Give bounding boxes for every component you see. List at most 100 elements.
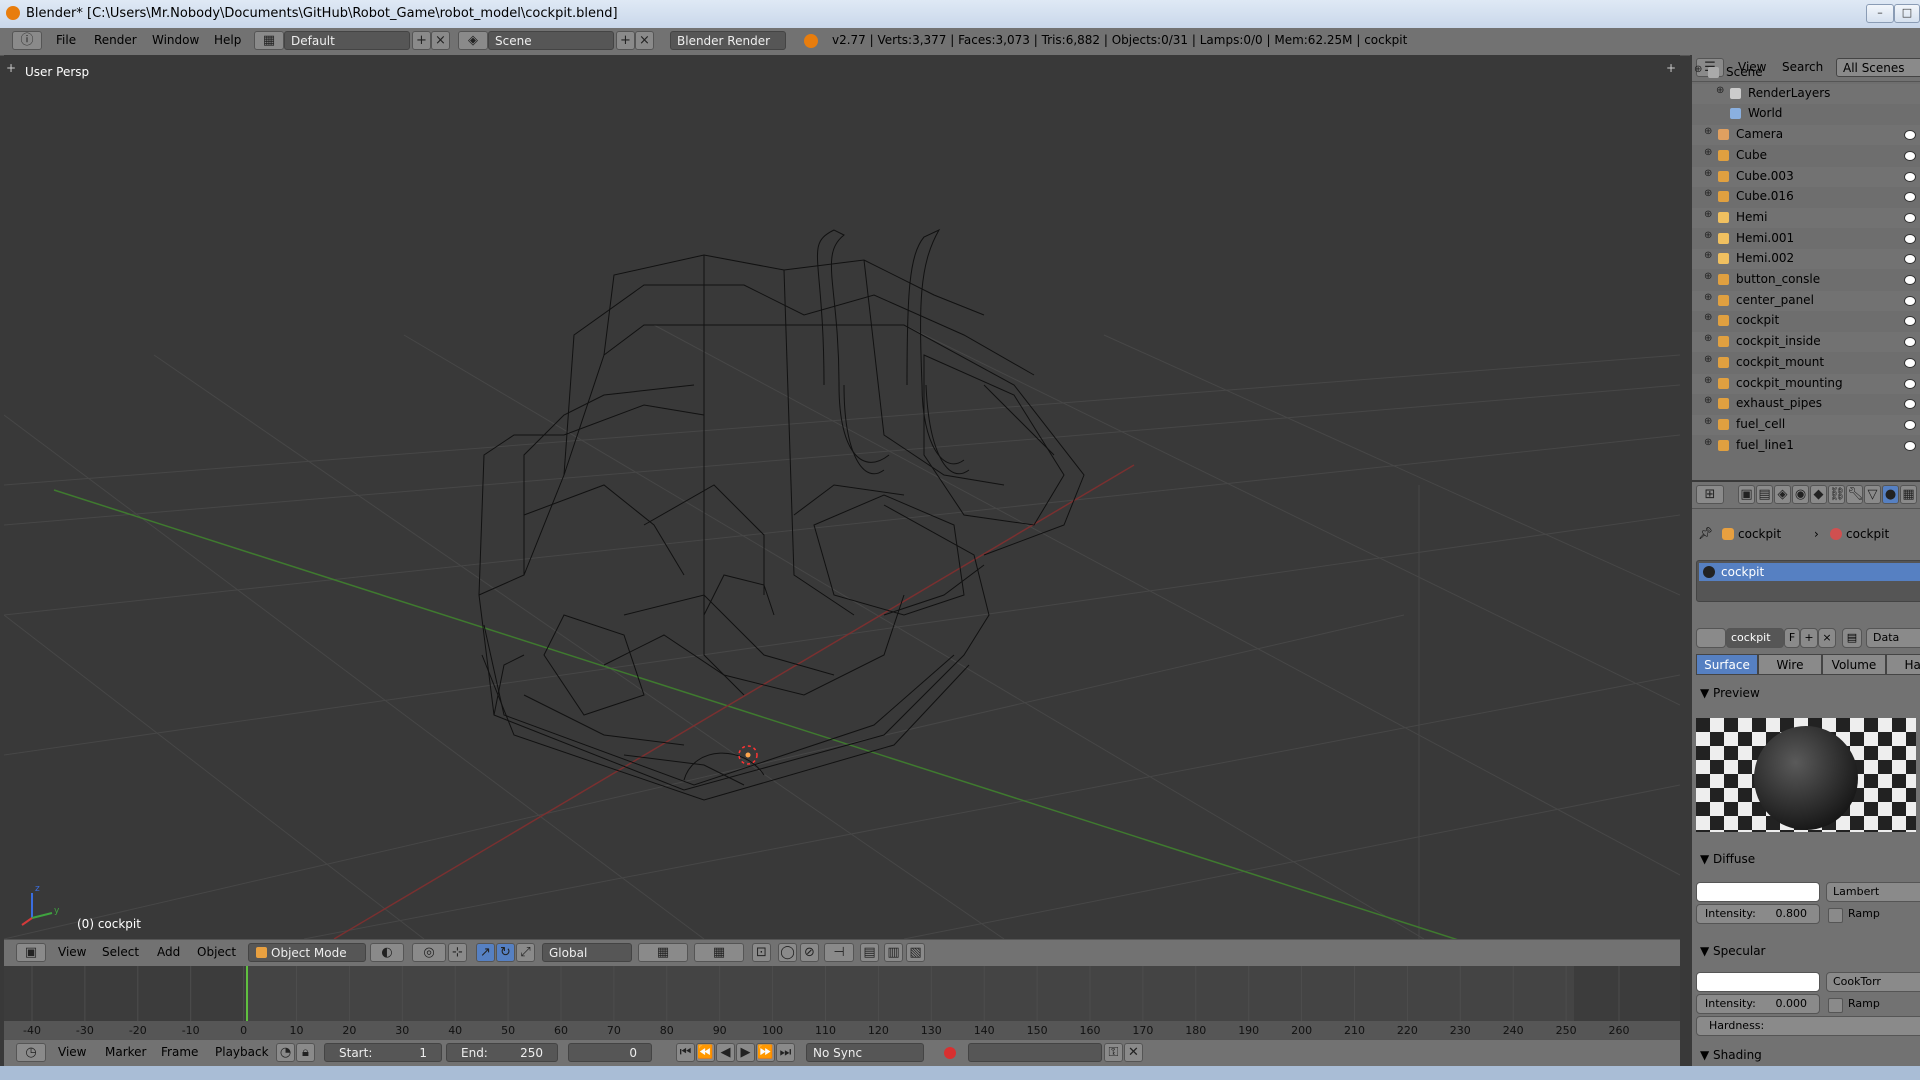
tab-scene-icon[interactable]: ◈: [1774, 485, 1791, 504]
expand-icon[interactable]: ⊕: [1704, 250, 1712, 261]
editor-type-timeline-icon[interactable]: ◷: [16, 1043, 46, 1062]
material-name-field[interactable]: cockpit: [1726, 628, 1784, 648]
link-data-select[interactable]: Data: [1866, 628, 1920, 648]
specular-ramp-checkbox[interactable]: [1828, 998, 1843, 1013]
expand-icon[interactable]: ⊕: [1704, 292, 1712, 303]
layers-grid-2-icon[interactable]: ▦: [694, 943, 744, 962]
outliner-item-cube[interactable]: ⊕ Cube: [1692, 146, 1920, 166]
expand-icon[interactable]: ⊕: [1704, 312, 1712, 323]
minimize-icon[interactable]: –: [1866, 4, 1894, 23]
toolshelf-toggle-icon[interactable]: +: [6, 61, 16, 75]
render-still-icon[interactable]: ▧: [906, 943, 925, 962]
opengl-render-icon[interactable]: ▤: [860, 943, 879, 962]
manipulator-toggle-icon[interactable]: ⊹: [448, 943, 467, 962]
layers-grid-1-icon[interactable]: ▦: [638, 943, 688, 962]
translate-icon[interactable]: ↗: [476, 943, 495, 962]
expand-icon[interactable]: ⊕: [1704, 147, 1712, 158]
transform-orientation-select[interactable]: Global: [542, 943, 632, 962]
outliner-item-world[interactable]: World: [1692, 104, 1920, 124]
shading-panel-header[interactable]: ▼ Shading: [1700, 1048, 1762, 1062]
add-scene-icon[interactable]: +: [616, 31, 635, 50]
expand-icon[interactable]: ⊕: [1704, 416, 1712, 427]
maximize-icon[interactable]: □: [1894, 4, 1920, 23]
insert-keyframe-icon[interactable]: ⚿: [1104, 1043, 1123, 1062]
menu-frame[interactable]: Frame: [161, 1045, 198, 1059]
outliner-item-cockpit-inside[interactable]: ⊕ cockpit_inside: [1692, 332, 1920, 353]
outliner-item-button-consle[interactable]: ⊕ button_consle: [1692, 270, 1920, 290]
tab-constraints-icon[interactable]: ⛓: [1828, 485, 1846, 504]
jump-start-icon[interactable]: ⏮: [676, 1043, 695, 1062]
menu-window[interactable]: Window: [152, 33, 199, 47]
visibility-eye-icon[interactable]: [1904, 233, 1916, 244]
specular-panel-header[interactable]: ▼ Specular: [1700, 944, 1766, 958]
expand-icon[interactable]: ⊕: [1694, 64, 1702, 75]
diffuse-color-swatch[interactable]: [1696, 882, 1820, 902]
menu-render[interactable]: Render: [94, 33, 137, 47]
record-icon[interactable]: [944, 1047, 956, 1059]
jump-end-icon[interactable]: ⏭: [776, 1043, 795, 1062]
visibility-eye-icon[interactable]: [1904, 316, 1916, 327]
specular-color-swatch[interactable]: [1696, 972, 1820, 992]
outliner-item-cockpit-mounting[interactable]: ⊕ cockpit_mounting: [1692, 373, 1920, 394]
tab-render-layers-icon[interactable]: ▤: [1756, 485, 1773, 504]
editor-type-info-icon[interactable]: ⓘ: [12, 31, 42, 50]
outliner-panel[interactable]: ☰ View Search All Scenes ⊕Scene⊕RenderLa…: [1690, 55, 1920, 480]
hardness-field[interactable]: Hardness:: [1696, 1016, 1920, 1036]
expand-icon[interactable]: ⊕: [1704, 395, 1712, 406]
delete-keyframe-icon[interactable]: ✕: [1124, 1043, 1143, 1062]
menu-view[interactable]: View: [58, 945, 86, 959]
menu-marker[interactable]: Marker: [105, 1045, 146, 1059]
add-layout-icon[interactable]: +: [412, 31, 431, 50]
visibility-eye-icon[interactable]: [1904, 378, 1916, 389]
pivot-point-icon[interactable]: ◎: [412, 943, 446, 962]
menu-add[interactable]: Add: [157, 945, 180, 959]
remove-layout-icon[interactable]: ×: [431, 31, 450, 50]
outliner-item-hemi-002[interactable]: ⊕ Hemi.002: [1692, 249, 1920, 270]
visibility-eye-icon[interactable]: [1904, 337, 1916, 348]
visibility-eye-icon[interactable]: [1904, 357, 1916, 368]
keying-set-field[interactable]: [968, 1043, 1102, 1062]
visibility-eye-icon[interactable]: [1904, 192, 1916, 203]
sync-mode-select[interactable]: No Sync: [806, 1043, 924, 1062]
menu-help[interactable]: Help: [214, 33, 241, 47]
play-reverse-icon[interactable]: ◀: [716, 1043, 735, 1062]
preview-panel-header[interactable]: ▼ Preview: [1700, 686, 1760, 700]
specular-shader-select[interactable]: CookTorr: [1826, 972, 1920, 992]
properties-toggle-icon[interactable]: +: [1666, 61, 1676, 75]
fake-user-button[interactable]: F: [1784, 628, 1800, 648]
expand-icon[interactable]: ⊕: [1704, 188, 1712, 199]
tab-modifiers-icon[interactable]: 🔧︎: [1846, 485, 1864, 504]
material-slot-list[interactable]: cockpit: [1696, 560, 1920, 602]
tab-halo[interactable]: Halo: [1886, 654, 1920, 675]
visibility-eye-icon[interactable]: [1904, 275, 1916, 285]
render-engine-select[interactable]: Blender Render: [670, 31, 786, 50]
menu-timeline-view[interactable]: View: [58, 1045, 86, 1059]
diffuse-ramp-checkbox[interactable]: [1828, 908, 1843, 923]
menu-select[interactable]: Select: [102, 945, 139, 959]
3d-viewport[interactable]: z y User Persp (0) cockpit + +: [4, 55, 1680, 939]
outliner-item-hemi[interactable]: ⊕ Hemi: [1692, 207, 1920, 228]
lock-frame-range-icon[interactable]: 🔒︎: [296, 1043, 315, 1062]
visibility-eye-icon[interactable]: [1904, 150, 1916, 161]
editor-type-3dview-icon[interactable]: ▣: [16, 943, 46, 962]
scene-field[interactable]: Scene: [488, 31, 614, 50]
play-icon[interactable]: ▶: [736, 1043, 755, 1062]
outliner-item-exhaust-pipes[interactable]: ⊕ exhaust_pipes: [1692, 394, 1920, 414]
use-preview-range-icon[interactable]: ◔: [276, 1043, 295, 1062]
expand-icon[interactable]: ⊕: [1704, 437, 1712, 448]
add-material-icon[interactable]: +: [1800, 628, 1818, 648]
expand-icon[interactable]: ⊕: [1704, 230, 1712, 241]
lock-camera-icon[interactable]: ⊡: [752, 943, 771, 962]
tab-surface[interactable]: Surface: [1696, 654, 1758, 675]
snap-toggle-icon[interactable]: ⊘: [800, 943, 819, 962]
menu-playback[interactable]: Playback: [215, 1045, 269, 1059]
outliner-item-cockpit[interactable]: ⊕ cockpit: [1692, 311, 1920, 331]
menu-object[interactable]: Object: [197, 945, 236, 959]
material-browse-icon[interactable]: [1696, 628, 1726, 648]
tab-texture-icon[interactable]: ▦: [1900, 485, 1917, 504]
outliner-item-center-panel[interactable]: ⊕ center_panel: [1692, 290, 1920, 311]
outliner-item-hemi-001[interactable]: ⊕ Hemi.001: [1692, 229, 1920, 249]
rotate-icon[interactable]: ↻: [496, 943, 515, 962]
visibility-eye-icon[interactable]: [1904, 440, 1916, 451]
outliner-item-cube-016[interactable]: ⊕ Cube.016: [1692, 187, 1920, 207]
